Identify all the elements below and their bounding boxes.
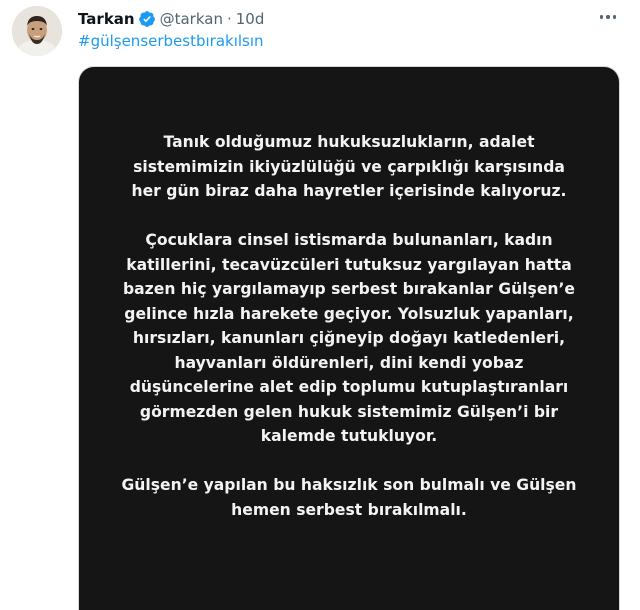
media-text-line: gelince hızla harekete geçiyor. Yolsuzlu… — [124, 304, 574, 323]
tweet-media-image[interactable]: Tanık olduğumuz hukuksuzlukların, adalet… — [78, 66, 620, 610]
verified-badge-icon — [138, 11, 155, 27]
media-text-line: düşüncelerine alet edip toplumu kutuplaş… — [129, 378, 569, 396]
tweet[interactable]: Tarkan @tarkan · 10d #gülşenserbestbırak… — [0, 0, 640, 610]
user-avatar — [12, 6, 62, 56]
tweet-header: Tarkan @tarkan · 10d — [78, 8, 620, 30]
author-avatar[interactable] — [12, 6, 62, 56]
media-text-line: hayvanları öldürenleri, dini kendi yobaz — [174, 353, 524, 372]
media-paragraph: Gülşen’e yapılan bu haksızlık son bulmal… — [109, 473, 589, 522]
media-text-line: hemen serbest bırakılmalı. — [231, 500, 467, 519]
more-options-icon[interactable] — [598, 9, 618, 25]
media-paragraph: Çocuklara cinsel istismarda bulunanları,… — [109, 228, 589, 449]
media-text-line: sistemimizin ikiyüzlülüğü ve çarpıklığı … — [133, 157, 565, 176]
media-text-line: her gün biraz daha hayretler içerisinde … — [131, 182, 567, 200]
media-text-line: hırsızları, kanunları çiğneyip doğayı ka… — [132, 329, 566, 347]
media-text-line: Tanık olduğumuz hukuksuzlukların, adalet — [163, 133, 535, 151]
media-text-block: Tanık olduğumuz hukuksuzlukların, adalet… — [109, 130, 589, 522]
media-paragraph: Tanık olduğumuz hukuksuzlukların, adalet… — [109, 130, 589, 204]
author-handle[interactable]: @tarkan — [160, 10, 223, 28]
media-text-line: Çocuklara cinsel istismarda bulunanları,… — [145, 231, 553, 249]
media-text-line: görmezden gelen hukuk sistemimiz Gülşen’… — [139, 402, 559, 421]
media-text-line: bazen hiç yargılamayıp serbest bırakanla… — [123, 280, 575, 298]
media-text-line: katillerini, tecavüzcüleri tutuksuz yarg… — [126, 255, 572, 274]
separator-dot: · — [226, 10, 232, 28]
media-text-line: kalemde tutukluyor. — [260, 427, 438, 445]
hashtag-link[interactable]: #gülşenserbestbırakılsın — [78, 32, 264, 50]
media-text-line: Gülşen’e yapılan bu haksızlık son bulmal… — [121, 476, 577, 494]
author-name[interactable]: Tarkan — [78, 10, 135, 28]
tweet-timestamp[interactable]: 10d — [236, 10, 265, 28]
